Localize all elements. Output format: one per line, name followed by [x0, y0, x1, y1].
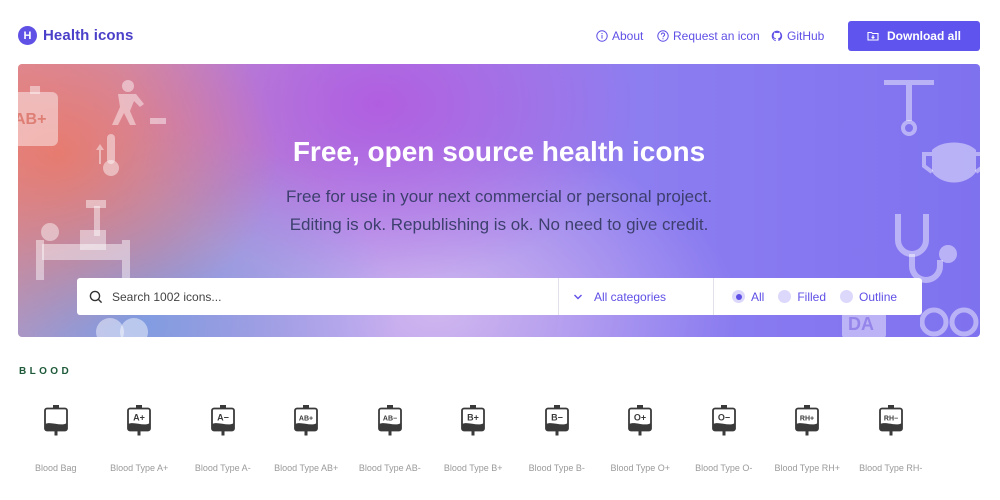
nav-about-label: About	[612, 29, 644, 43]
search-bar: All categories All Filled Outline	[77, 278, 922, 315]
blood-type-code: AB−	[383, 416, 397, 423]
icon-card[interactable]: RH+ Blood Type RH+	[766, 405, 850, 473]
blood-type-code: O−	[718, 413, 730, 423]
search-input[interactable]	[112, 289, 532, 304]
blood-type-icon: RH−	[878, 405, 903, 436]
category-dropdown[interactable]: All categories	[558, 278, 713, 315]
blood-type-icon: AB+	[294, 405, 319, 436]
blood-type-code: RH−	[884, 416, 898, 423]
blood-icon-grid: Blood Bag A+ Blood Type A+ A− Blood Type A- A…	[14, 405, 933, 473]
category-dropdown-label: All categories	[594, 289, 667, 304]
blood-type-icon: AB−	[377, 405, 402, 436]
icon-label: Blood Type O+	[610, 463, 671, 473]
blood-type-icon: B−	[544, 405, 569, 436]
icon-card[interactable]: Blood Bag	[14, 405, 98, 473]
icon-label: Blood Type RH-	[859, 463, 923, 473]
radio-outline[interactable]	[840, 290, 854, 303]
hero-subtitle-line-2: Editing is ok. Republishing is ok. No ne…	[289, 215, 709, 234]
icon-card[interactable]: AB− Blood Type AB-	[348, 405, 432, 473]
hospital-bed-deco-icon	[36, 200, 130, 280]
question-icon	[657, 30, 669, 42]
blood-bag-icon	[43, 405, 68, 436]
blood-type-icon: B+	[461, 405, 486, 436]
blood-type-icon: A−	[210, 405, 235, 436]
blood-type-code: RH+	[800, 416, 814, 423]
icon-label: Blood Type AB+	[274, 463, 339, 473]
nav-request-icon-link[interactable]: Request an icon	[657, 29, 760, 43]
chevron-down-icon	[574, 294, 582, 299]
person-planting-deco-icon	[112, 80, 166, 125]
brand-name: Health icons	[43, 27, 134, 44]
nav-github-label: GitHub	[787, 29, 825, 43]
icon-label: Blood Type A-	[194, 463, 251, 473]
search-field	[77, 278, 558, 315]
blood-type-icon: RH+	[795, 405, 820, 436]
blood-type-icon: O−	[711, 405, 736, 436]
download-folder-icon	[867, 31, 879, 41]
logo-mark-icon: H	[18, 26, 37, 45]
radio-filled[interactable]	[778, 290, 792, 303]
style-option-outline[interactable]: Outline	[840, 290, 897, 304]
icon-card[interactable]: O− Blood Type O-	[682, 405, 766, 473]
search-icon	[89, 290, 103, 303]
hero-title: Free, open source health icons	[292, 136, 706, 167]
style-option-label: Outline	[859, 289, 898, 304]
download-all-button[interactable]: Download all	[848, 21, 980, 51]
style-option-all[interactable]: All	[732, 290, 764, 304]
hero-subtitle-line-1: Free for use in your next commercial or …	[285, 187, 713, 206]
icon-card[interactable]: AB+ Blood Type AB+	[265, 405, 349, 473]
blood-type-code: B+	[467, 413, 479, 423]
style-option-label: All	[751, 289, 765, 304]
deco-ab-text: AB+	[18, 111, 46, 128]
blood-type-code: AB+	[299, 416, 313, 423]
icon-label: Blood Type B+	[443, 463, 503, 473]
hero-banner: AB+ DA Free, open source health icons Fr…	[18, 64, 980, 337]
section-title-blood: BLOOD	[19, 366, 73, 377]
blood-type-code: O+	[634, 413, 646, 423]
cells-deco-icon	[920, 307, 979, 337]
icon-card[interactable]: RH− Blood Type RH-	[849, 405, 933, 473]
blood-type-code: B−	[551, 413, 563, 423]
nav-request-label: Request an icon	[673, 29, 760, 43]
blood-type-icon: A+	[127, 405, 152, 436]
icon-card[interactable]: A+ Blood Type A+	[98, 405, 182, 473]
icon-card[interactable]: B− Blood Type B-	[515, 405, 599, 473]
icon-label: Blood Bag	[34, 463, 77, 473]
style-option-filled[interactable]: Filled	[778, 290, 826, 304]
deco-da-text: DA	[848, 314, 874, 334]
icon-card[interactable]: O+ Blood Type O+	[599, 405, 683, 473]
icon-card[interactable]: A− Blood Type A-	[181, 405, 265, 473]
icon-card[interactable]: B+ Blood Type B+	[432, 405, 516, 473]
style-option-label: Filled	[797, 289, 827, 304]
icon-label: Blood Type RH+	[774, 463, 841, 473]
icon-label: Blood Type O-	[695, 463, 753, 473]
iv-stand-deco-icon	[884, 80, 934, 136]
info-icon	[596, 30, 608, 42]
top-header: H Health icons About Request an icon Git…	[0, 0, 1000, 64]
nav-about-link[interactable]: About	[596, 29, 643, 43]
blood-type-icon: O+	[628, 405, 653, 436]
icon-label: Blood Type A+	[110, 463, 169, 473]
download-all-label: Download all	[886, 29, 961, 43]
nav-github-link[interactable]: GitHub	[771, 29, 824, 43]
github-icon	[771, 30, 783, 42]
brand-logo[interactable]: H Health icons	[18, 26, 133, 45]
blood-type-code: A+	[133, 413, 145, 423]
radio-all[interactable]	[732, 290, 745, 303]
icon-label: Blood Type AB-	[358, 463, 421, 473]
icon-label: Blood Type B-	[528, 463, 585, 473]
style-filter-group: All Filled Outline	[713, 278, 922, 315]
organ-deco-icon	[96, 318, 148, 337]
blood-type-code: A−	[217, 413, 229, 423]
